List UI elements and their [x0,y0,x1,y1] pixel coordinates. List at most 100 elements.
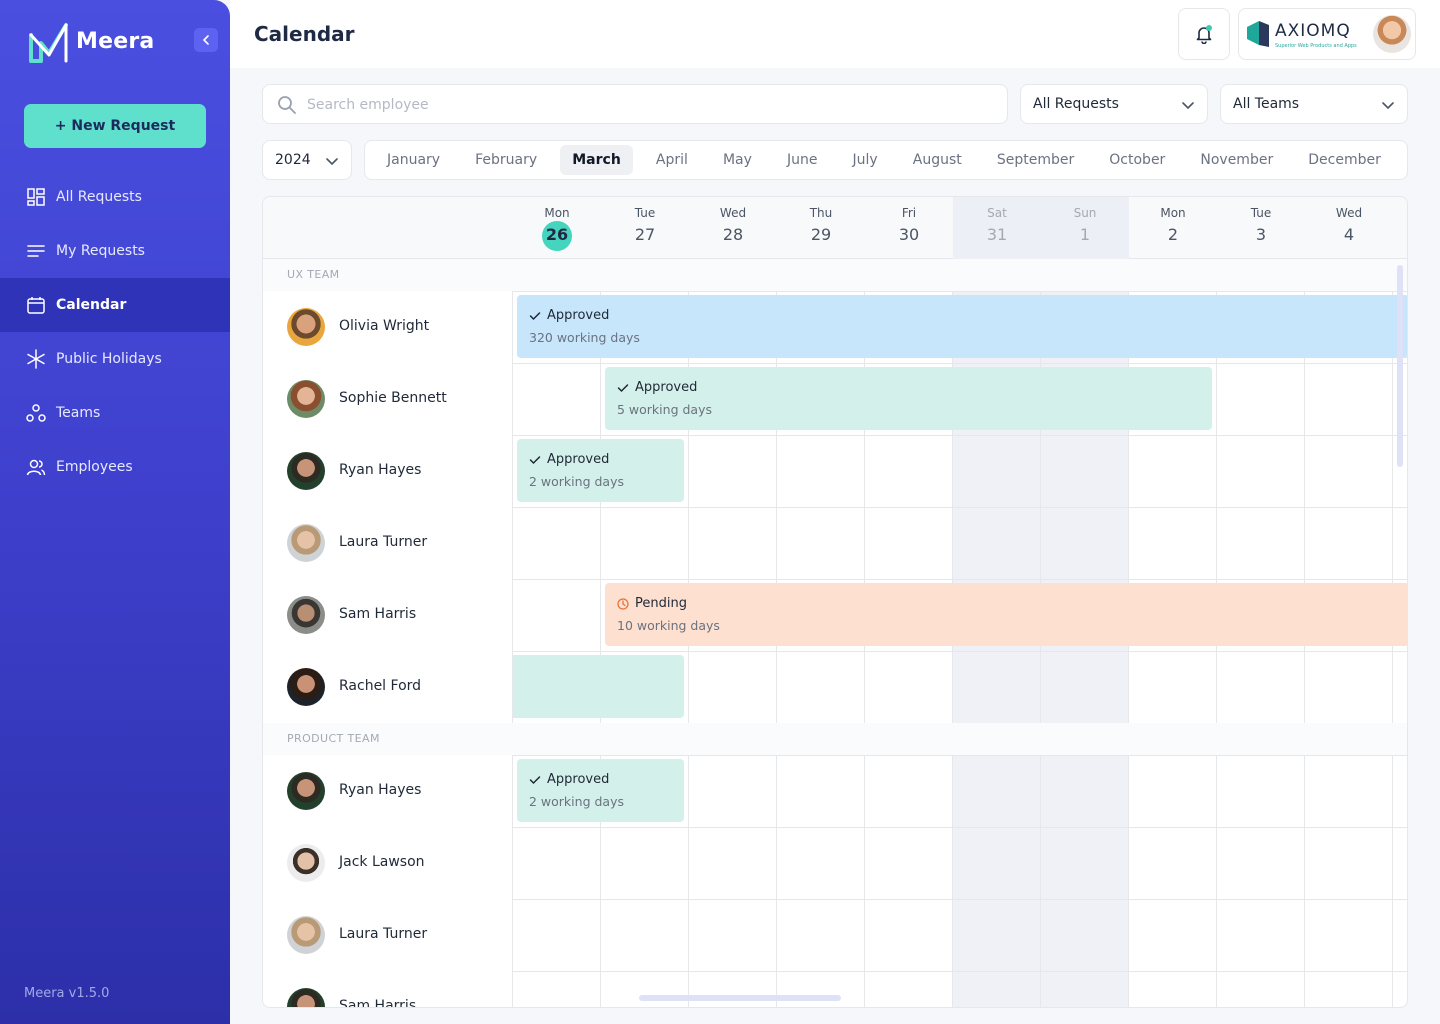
day-number: 4 [1343,225,1355,244]
search-input[interactable] [307,93,987,117]
tab-month-july[interactable]: July [841,145,890,175]
day-name: Wed [1335,206,1363,220]
avatar [287,772,325,810]
check-icon [529,775,541,784]
sidebar-item-employees[interactable]: Employees [0,440,230,494]
day-header[interactable]: Tue 27 [601,197,689,259]
request-status: Pending [617,596,687,611]
tab-month-december[interactable]: December [1296,145,1393,175]
employee-row[interactable]: Sam Harris [263,971,512,1008]
request-status: Approved [529,772,609,787]
day-header[interactable]: Sun 1 [1041,197,1129,259]
leave-request-bar[interactable]: Approved 320 working days [517,295,1407,358]
day-name: Mon [1160,206,1186,220]
day-header[interactable]: Tue 3 [1217,197,1305,259]
employee-row[interactable]: Sophie Bennett [263,363,512,435]
request-status-label: Approved [547,452,610,467]
tab-month-february[interactable]: February [463,145,549,175]
month-tabs: January February March April May June Ju… [364,140,1408,180]
sidebar-item-all-requests[interactable]: All Requests [0,170,230,224]
calendar-grid: Mon 26 Tue 27 Wed 28 Thu 29 Fri 30 Sat 3… [262,196,1408,1008]
day-header[interactable]: Fri 30 [865,197,953,259]
avatar [287,308,325,346]
tab-month-june[interactable]: June [775,145,830,175]
chevron-down-icon [326,158,338,166]
employee-row[interactable]: Ryan Hayes [263,435,512,507]
horizontal-scrollbar[interactable] [639,995,841,1001]
day-header[interactable]: Sat 31 [953,197,1041,259]
leave-request-bar[interactable] [513,655,684,718]
team-header-product: PRODUCT TEAM [263,723,1407,755]
sidebar-item-calendar[interactable]: Calendar [0,278,230,332]
notifications-button[interactable] [1178,8,1230,60]
calendar-header: Mon 26 Tue 27 Wed 28 Thu 29 Fri 30 Sat 3… [263,197,1407,259]
chevron-left-icon [202,35,209,45]
leave-request-bar[interactable]: Approved 2 working days [517,759,684,822]
list-icon [27,245,45,257]
collapse-sidebar-button[interactable] [194,28,218,52]
search-icon [278,96,296,114]
sidebar-item-teams[interactable]: Teams [0,386,230,440]
leave-request-bar[interactable]: Approved 5 working days [605,367,1212,430]
tab-month-november[interactable]: November [1188,145,1285,175]
avatar [287,916,325,954]
day-header[interactable]: Wed 28 [689,197,777,259]
new-request-button[interactable]: + New Request [24,104,206,148]
tab-month-september[interactable]: September [985,145,1086,175]
year-select[interactable]: 2024 [262,140,352,180]
leave-request-bar[interactable]: Approved 2 working days [517,439,684,502]
employee-row[interactable]: Jack Lawson [263,827,512,899]
request-duration: 320 working days [529,330,640,345]
day-header[interactable]: Wed 4 [1305,197,1393,259]
sidebar-item-public-holidays[interactable]: Public Holidays [0,332,230,386]
user-avatar[interactable] [1373,15,1411,53]
tab-month-october[interactable]: October [1097,145,1177,175]
employee-name: Sam Harris [339,606,417,622]
employee-name: Sam Harris [339,998,417,1008]
employee-row[interactable]: Laura Turner [263,899,512,971]
company-account-button[interactable]: AXIOMQ Superior Web Products and Apps [1238,8,1416,60]
day-name: Thu [809,206,833,220]
page-title: Calendar [254,22,355,46]
vertical-scrollbar[interactable] [1397,265,1403,467]
day-name: Sun [1073,206,1097,220]
sidebar-item-label: Calendar [56,297,127,313]
brand: Meera [28,18,154,64]
tab-month-march[interactable]: March [560,145,633,175]
employee-row[interactable]: Rachel Ford [263,651,512,723]
notification-dot [1206,25,1212,31]
calendar-icon [27,297,45,314]
sidebar-item-my-requests[interactable]: My Requests [0,224,230,278]
grid-line [512,259,513,1007]
day-number: 27 [634,225,656,244]
avatar [287,452,325,490]
check-icon [617,383,629,392]
day-header[interactable]: Mon 26 [513,197,601,259]
top-header: Calendar AXIOMQ Superior Web Products an… [230,0,1440,68]
sidebar-item-label: My Requests [56,243,145,259]
tab-month-august[interactable]: August [901,145,974,175]
request-status: Approved [617,380,697,395]
day-number: 2 [1167,225,1179,244]
day-header[interactable]: Thu 29 [777,197,865,259]
teams-filter-select[interactable]: All Teams [1220,84,1408,124]
employee-name: Ryan Hayes [339,782,422,798]
day-name: Tue [634,206,656,220]
employee-name: Sophie Bennett [339,390,447,406]
brand-name: Meera [76,28,155,54]
users-icon [26,459,46,476]
employee-row[interactable]: Olivia Wright [263,291,512,363]
tab-month-april[interactable]: April [644,145,700,175]
employee-row[interactable]: Ryan Hayes [263,755,512,827]
tab-month-may[interactable]: May [711,145,764,175]
leave-request-bar[interactable]: Pending 10 working days [605,583,1407,646]
requests-filter-select[interactable]: All Requests [1020,84,1208,124]
tab-month-january[interactable]: January [375,145,452,175]
team-label: PRODUCT TEAM [287,732,380,745]
day-number: 3 [1255,225,1267,244]
day-header[interactable]: Mon 2 [1129,197,1217,259]
requests-filter-value: All Requests [1033,96,1119,112]
employee-name: Laura Turner [339,534,428,550]
employee-row[interactable]: Sam Harris [263,579,512,651]
employee-row[interactable]: Laura Turner [263,507,512,579]
